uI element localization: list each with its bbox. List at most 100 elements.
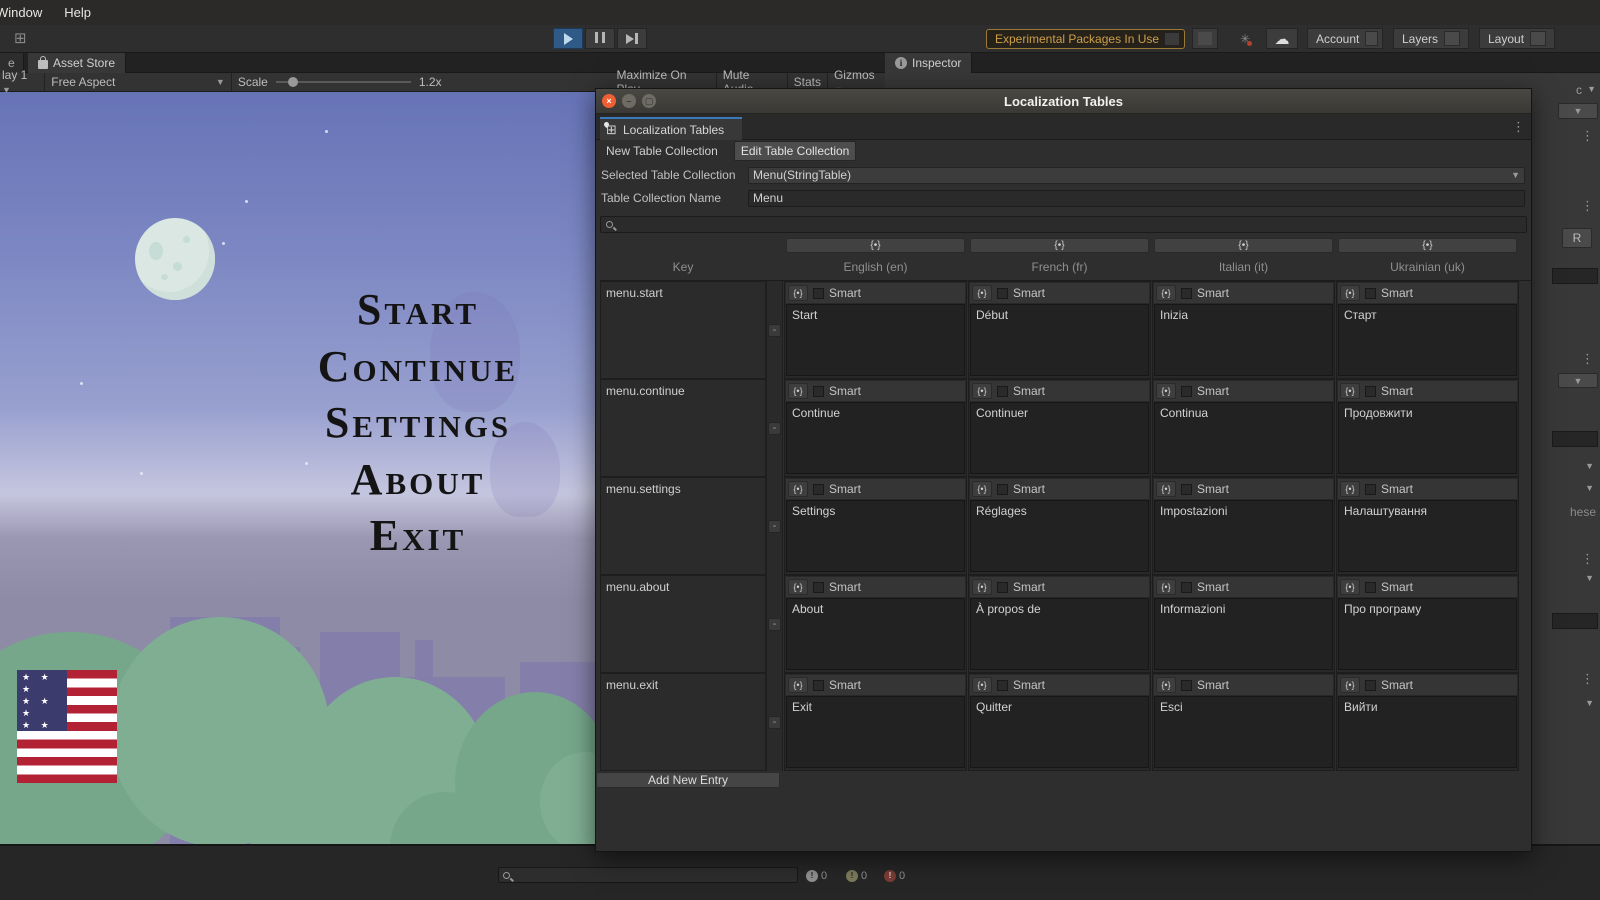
entry-properties-icon[interactable]: {•} [1340,285,1360,301]
column-properties-button-en[interactable]: {•} [786,238,965,253]
entry-properties-icon[interactable]: {•} [972,285,992,301]
entry-properties-icon[interactable]: {•} [788,285,808,301]
loc-window-kebab-icon[interactable]: ⋮ [1512,119,1525,135]
smart-checkbox[interactable] [997,582,1008,593]
component-kebab-icon-3[interactable]: ⋮ [1581,551,1594,567]
experimental-packages-badge[interactable]: Experimental Packages In Use [986,29,1185,49]
smart-checkbox[interactable] [813,680,824,691]
translation-field[interactable]: Informazioni [1154,598,1333,670]
smart-checkbox[interactable] [997,680,1008,691]
project-search-input[interactable] [498,867,798,883]
smart-checkbox[interactable] [813,386,824,397]
key-field[interactable]: menu.start [600,281,766,379]
layers-dropdown[interactable]: Layers [1393,28,1469,49]
inspector-kebab-sliver-icon[interactable]: ⋮ [1581,128,1594,144]
key-field[interactable]: menu.about [600,575,766,673]
inspector-chevron-icon-6[interactable]: ▼ [1585,698,1594,708]
translation-field[interactable]: Inizia [1154,304,1333,376]
inspector-chevron-icon-5[interactable]: ▼ [1585,573,1594,583]
add-new-entry-button[interactable]: Add New Entry [596,772,780,788]
entry-properties-icon[interactable]: {•} [1340,579,1360,595]
component-kebab-icon-4[interactable]: ⋮ [1581,671,1594,687]
remove-entry-button[interactable]: - [768,324,781,337]
step-button[interactable] [617,28,647,49]
remove-entry-button[interactable]: - [768,716,781,729]
smart-checkbox[interactable] [1365,680,1376,691]
tab-asset-store[interactable]: Asset Store [28,53,126,73]
window-minimize-button[interactable]: – [622,94,636,108]
translation-field[interactable]: Début [970,304,1149,376]
translation-field[interactable]: Про програму [1338,598,1517,670]
inspector-chevron-icon-3[interactable]: ▼ [1585,461,1594,471]
smart-checkbox[interactable] [1365,484,1376,495]
console-info-badge[interactable]: !0 [806,868,827,883]
play-button[interactable] [553,28,583,49]
menu-help[interactable]: Help [64,5,91,20]
entry-properties-icon[interactable]: {•} [1340,383,1360,399]
entry-properties-icon[interactable]: {•} [788,677,808,693]
translation-field[interactable]: Продовжити [1338,402,1517,474]
entry-properties-icon[interactable]: {•} [1340,677,1360,693]
column-properties-button-fr[interactable]: {•} [970,238,1149,253]
entry-properties-icon[interactable]: {•} [1340,481,1360,497]
column-header-italian[interactable]: Italian (it) [1152,254,1335,280]
column-header-key[interactable]: Key [600,254,766,280]
selected-collection-dropdown[interactable]: Menu(StringTable) ▼ [748,167,1525,184]
smart-checkbox[interactable] [1181,680,1192,691]
inspector-chevron-sliver-2[interactable]: ▼ [1558,373,1598,388]
translation-field[interactable]: À propos de [970,598,1149,670]
game-menu-continue[interactable]: Continue [238,339,595,396]
translation-field[interactable]: Старт [1338,304,1517,376]
inspector-static-chevron-icon[interactable]: ▼ [1587,84,1596,94]
edit-table-collection-button[interactable]: Edit Table Collection [734,141,857,161]
experimental-dropdown-icon[interactable] [1164,32,1180,46]
entry-properties-icon[interactable]: {•} [788,383,808,399]
component-kebab-icon-2[interactable]: ⋮ [1581,351,1594,367]
translation-field[interactable]: Esci [1154,696,1333,768]
game-menu-exit[interactable]: Exit [238,508,595,565]
game-menu-start[interactable]: Start [238,282,595,339]
console-warning-badge[interactable]: !0 [846,868,867,883]
inspector-chevron-icon-4[interactable]: ▼ [1585,483,1594,493]
entry-properties-icon[interactable]: {•} [1156,383,1176,399]
inspector-field-sliver-2[interactable] [1552,431,1598,447]
entry-properties-icon[interactable]: {•} [1156,677,1176,693]
window-close-button[interactable]: × [602,94,616,108]
collab-button[interactable]: ✳ [1232,28,1260,49]
entry-properties-icon[interactable]: {•} [1156,285,1176,301]
smart-checkbox[interactable] [813,582,824,593]
translation-field[interactable]: Réglages [970,500,1149,572]
smart-checkbox[interactable] [813,288,824,299]
component-kebab-icon[interactable]: ⋮ [1581,198,1594,214]
services-button[interactable] [1192,28,1218,49]
remove-entry-button[interactable]: - [768,520,781,533]
pause-button[interactable] [585,28,615,49]
smart-checkbox[interactable] [997,386,1008,397]
remove-entry-button[interactable]: - [768,422,781,435]
entry-properties-icon[interactable]: {•} [972,481,992,497]
window-titlebar[interactable]: × – ▢ Localization Tables [596,89,1531,114]
inspector-field-sliver-3[interactable] [1552,613,1598,629]
account-dropdown[interactable]: Account [1307,28,1383,49]
column-header-english[interactable]: English (en) [784,254,967,280]
column-header-french[interactable]: French (fr) [968,254,1151,280]
tab-localization-tables[interactable]: ⊞ Localization Tables [600,117,742,140]
menu-window[interactable]: Window [0,5,42,20]
smart-checkbox[interactable] [997,484,1008,495]
r-button[interactable]: R [1562,228,1592,248]
smart-checkbox[interactable] [1181,582,1192,593]
key-field[interactable]: menu.exit [600,673,766,771]
smart-checkbox[interactable] [1365,582,1376,593]
game-menu-about[interactable]: About [238,452,595,509]
inspector-dropdown-sliver[interactable]: ▼ [1558,103,1598,119]
translation-field[interactable]: Quitter [970,696,1149,768]
entry-properties-icon[interactable]: {•} [788,481,808,497]
cloud-button[interactable]: ☁ [1266,28,1298,49]
translation-field[interactable]: Continue [786,402,965,474]
smart-checkbox[interactable] [997,288,1008,299]
translation-field[interactable]: Start [786,304,965,376]
column-properties-button-uk[interactable]: {•} [1338,238,1517,253]
snap-grid-icon[interactable]: ⊞ [14,29,34,49]
translation-field[interactable]: Settings [786,500,965,572]
smart-checkbox[interactable] [1181,386,1192,397]
